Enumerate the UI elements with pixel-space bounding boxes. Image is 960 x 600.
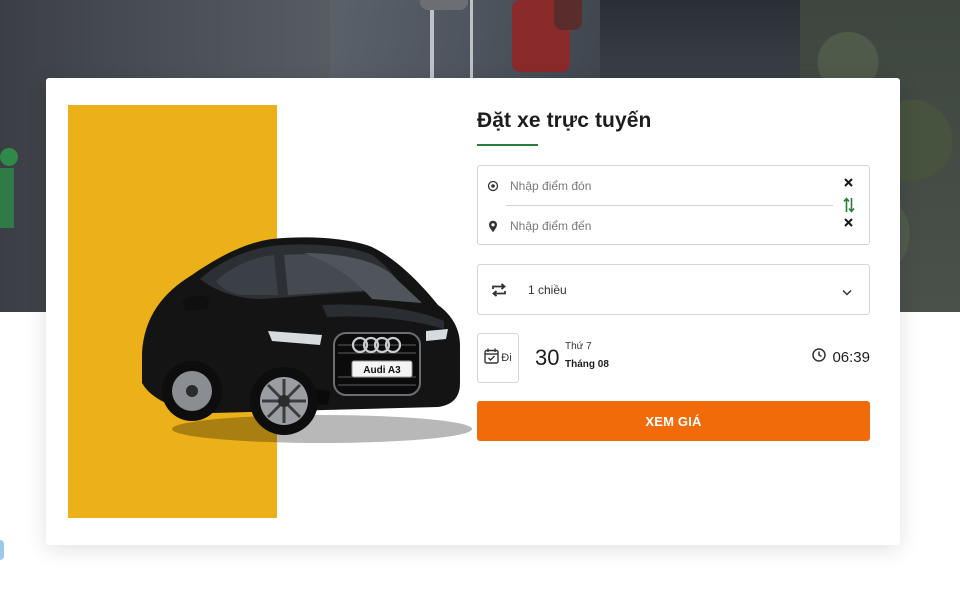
date-month: Tháng 08 [565,359,609,370]
date-day[interactable]: 30 [535,345,559,371]
booking-card: Audi A3 Đặt xe trực tuyến Nhập điểm đón … [46,78,900,545]
close-icon [843,177,853,187]
view-price-button[interactable]: XEM GIÁ [477,401,870,441]
street-sign-post [0,168,14,228]
clear-dropoff-button[interactable] [841,215,855,229]
trip-type-value: 1 chiều [528,282,567,297]
pickup-row [478,166,833,206]
clock-icon [812,348,827,367]
road-lane-marking [430,0,434,80]
chat-widget-edge[interactable] [0,540,4,560]
booking-form: Đặt xe trực tuyến Nhập điểm đón Nhập điể… [477,78,870,545]
departure-date-button[interactable]: Đi [477,333,519,383]
calendar-check-icon [484,348,499,369]
title-underline [477,144,538,146]
departure-time-picker[interactable]: 06:39 [812,348,870,367]
map-pin-icon [478,220,508,233]
chevron-down-icon [842,283,852,301]
dropoff-row [478,206,833,246]
repeat-icon [481,282,517,297]
background-car [420,0,468,10]
audi-a3-image: Audi A3 [142,237,472,443]
booking-title: Đặt xe trực tuyến [477,109,652,132]
pickup-input[interactable] [508,174,808,198]
dropoff-input[interactable] [508,214,808,238]
date-button-label: Đi [501,352,512,364]
clear-pickup-button[interactable] [841,175,855,189]
close-icon [843,217,853,227]
background-car [554,0,582,30]
road-lane-marking [470,0,473,80]
car-illustration: Audi A3 [122,233,472,448]
swap-locations-button[interactable] [842,195,856,215]
swap-vertical-icon [843,197,855,213]
location-inputs-group [477,165,870,245]
target-pin-icon [478,180,508,192]
street-sign [0,148,18,166]
trip-type-select[interactable]: 1 chiều [477,264,870,315]
license-plate-text: Audi A3 [363,365,401,376]
tunnel-backdrop [600,0,810,80]
time-value: 06:39 [832,349,870,366]
date-weekday: Thứ 7 [565,341,592,352]
